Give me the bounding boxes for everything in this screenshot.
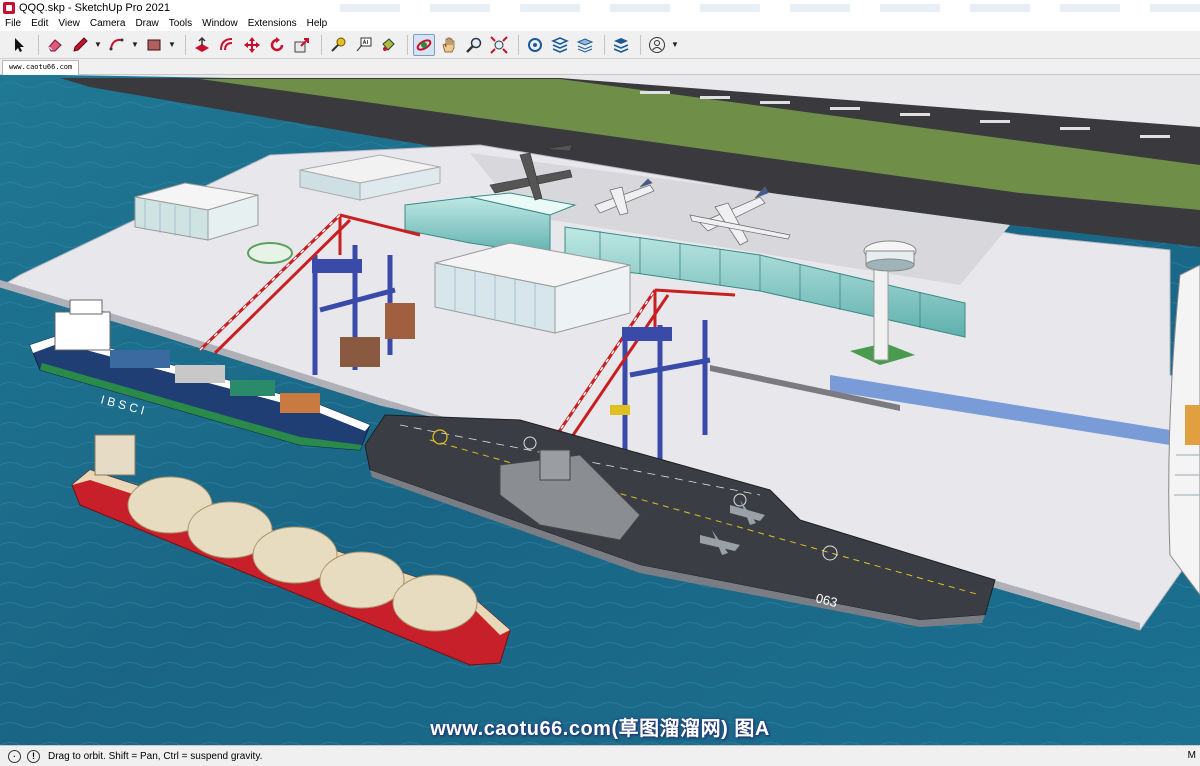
paint-bucket-tool[interactable] [377,34,399,56]
port-scene: I B S C I 063 [0,75,1200,745]
extension-manager-button[interactable] [610,34,632,56]
arc-tool[interactable] [106,34,128,56]
menu-tools[interactable]: Tools [164,18,197,29]
move-tool[interactable] [241,34,263,56]
scale-icon [294,37,309,52]
rotate-tool[interactable] [266,34,288,56]
geolocation-icon[interactable]: · [8,749,21,763]
shape-tool[interactable] [143,34,165,56]
background-tabs [340,4,1200,12]
extension-warehouse-button[interactable] [549,34,571,56]
menu-file[interactable]: File [0,18,26,29]
warehouse-icon [528,37,542,52]
user-icon [649,36,665,53]
arrow-icon [15,37,24,52]
pencil-icon [73,36,88,52]
toolbar-separator [640,34,641,55]
tape-measure-tool[interactable] [327,34,349,56]
text-tool[interactable] [352,34,374,56]
zoom-tool[interactable] [463,34,485,56]
3d-warehouse-button[interactable] [524,34,546,56]
layout-button[interactable] [574,34,596,56]
rectangle-icon [147,39,161,50]
toolbar-separator [321,34,322,55]
account-button[interactable] [646,34,668,56]
helipad [247,242,293,264]
scene-tabs-bar: www.caotu66.com [0,59,1200,75]
line-tool[interactable] [69,34,91,56]
chevron-down-icon[interactable]: ▼ [671,40,679,49]
toolbar-separator [185,34,186,55]
status-bar: · ! Drag to orbit. Shift = Pan, Ctrl = s… [0,745,1200,766]
menu-view[interactable]: View [53,18,85,29]
lng-tank [319,551,405,609]
toolbar-separator [38,34,39,55]
chevron-down-icon[interactable]: ▼ [131,40,139,49]
move-icon [244,36,260,53]
tape-icon [331,37,346,52]
info-icon[interactable]: ! [27,749,40,763]
menu-help[interactable]: Help [302,18,333,29]
measurements-label: M [1187,750,1196,761]
select-tool[interactable] [8,34,30,56]
menu-extensions[interactable]: Extensions [243,18,302,29]
zoom-extents-tool[interactable] [488,34,510,56]
extension-icon [551,36,569,53]
menu-edit[interactable]: Edit [26,18,53,29]
orbit-icon [416,38,432,51]
window-title: QQQ.skp - SketchUp Pro 2021 [19,2,171,14]
chevron-down-icon[interactable]: ▼ [168,40,176,49]
eraser-icon [48,38,62,51]
toolbar: ▼ ▼ ▼ ▼ [0,31,1200,59]
offset-icon [220,37,233,50]
sketchup-logo-icon [3,2,15,14]
menu-window[interactable]: Window [197,18,243,29]
hand-icon [442,37,455,52]
sketchup-window: QQQ.skp - SketchUp Pro 2021 File Edit Vi… [0,0,1200,766]
orbit-tool[interactable] [413,33,435,56]
eraser-tool[interactable] [44,34,66,56]
menu-camera[interactable]: Camera [85,18,131,29]
layers-icon [576,37,594,53]
offset-tool[interactable] [216,34,238,56]
watermark-text: www.caotu66.com(草图溜溜网) 图A [430,718,770,740]
toolbar-separator [604,34,605,55]
rotate-icon [270,36,284,51]
toolbar-separator [518,34,519,55]
menu-draw[interactable]: Draw [130,18,163,29]
push-pull-tool[interactable] [191,34,213,56]
push-pull-icon [195,36,209,52]
lng-tank [392,574,478,632]
text-icon [356,37,372,51]
toolbar-separator [407,34,408,55]
pan-tool[interactable] [438,34,460,56]
menu-bar: File Edit View Camera Draw Tools Window … [0,16,1200,31]
chevron-down-icon[interactable]: ▼ [94,40,102,49]
status-message: Drag to orbit. Shift = Pan, Ctrl = suspe… [48,750,263,762]
title-bar: QQQ.skp - SketchUp Pro 2021 [0,0,1200,16]
zoom-extents-icon [490,35,508,54]
manager-icon [613,37,629,53]
zoom-icon [466,37,482,53]
arc-icon [109,38,124,50]
model-viewport[interactable]: I B S C I 063 [0,75,1200,745]
scale-tool[interactable] [291,34,313,56]
scene-tab[interactable]: www.caotu66.com [2,60,80,75]
paint-icon [382,37,395,51]
